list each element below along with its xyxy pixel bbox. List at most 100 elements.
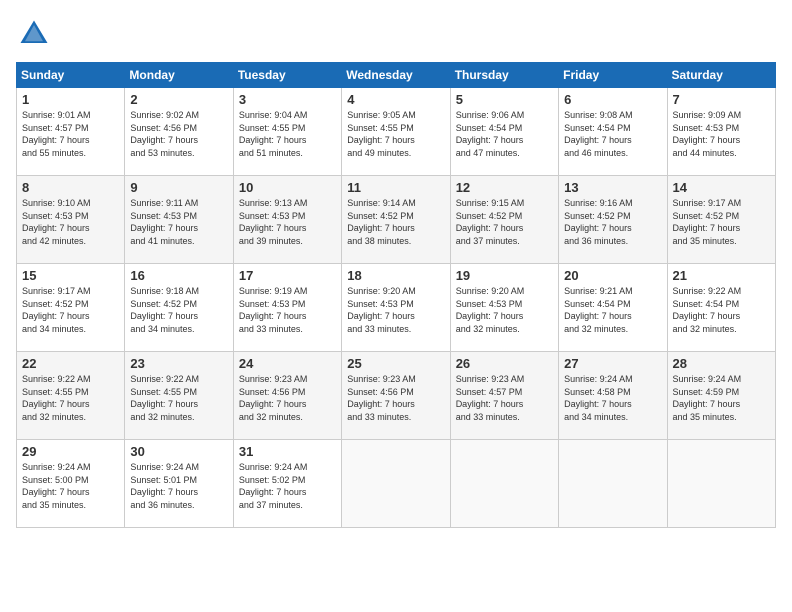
day-info: Sunrise: 9:16 AM Sunset: 4:52 PM Dayligh… (564, 197, 661, 247)
day-info: Sunrise: 9:18 AM Sunset: 4:52 PM Dayligh… (130, 285, 227, 335)
day-number: 26 (456, 356, 553, 371)
day-info: Sunrise: 9:21 AM Sunset: 4:54 PM Dayligh… (564, 285, 661, 335)
day-info: Sunrise: 9:23 AM Sunset: 4:56 PM Dayligh… (347, 373, 444, 423)
day-info: Sunrise: 9:24 AM Sunset: 5:00 PM Dayligh… (22, 461, 119, 511)
day-number: 6 (564, 92, 661, 107)
day-info: Sunrise: 9:01 AM Sunset: 4:57 PM Dayligh… (22, 109, 119, 159)
calendar-cell: 14 Sunrise: 9:17 AM Sunset: 4:52 PM Dayli… (667, 176, 775, 264)
day-number: 23 (130, 356, 227, 371)
day-number: 24 (239, 356, 336, 371)
calendar-cell: 5Sunrise: 9:06 AM Sunset: 4:54 PM Daylig… (450, 88, 558, 176)
calendar-cell: 12Sunrise: 9:15 AM Sunset: 4:52 PM Dayli… (450, 176, 558, 264)
day-info: Sunrise: 9:17 AM Sunset: 4:52 PM Dayligh… (673, 197, 770, 247)
day-header-sunday: Sunday (17, 63, 125, 88)
day-info: Sunrise: 9:08 AM Sunset: 4:54 PM Dayligh… (564, 109, 661, 159)
day-number: 3 (239, 92, 336, 107)
day-info: Sunrise: 9:05 AM Sunset: 4:55 PM Dayligh… (347, 109, 444, 159)
day-number: 17 (239, 268, 336, 283)
calendar-cell: 1 Sunrise: 9:01 AM Sunset: 4:57 PM Daylig… (17, 88, 125, 176)
day-number: 20 (564, 268, 661, 283)
day-info: Sunrise: 9:17 AM Sunset: 4:52 PM Dayligh… (22, 285, 119, 335)
day-number: 11 (347, 180, 444, 195)
calendar-cell: 16 Sunrise: 9:18 AM Sunset: 4:52 PM Dayli… (125, 264, 233, 352)
day-number: 19 (456, 268, 553, 283)
day-number: 27 (564, 356, 661, 371)
calendar-week-3: 15 Sunrise: 9:17 AM Sunset: 4:52 PM Dayli… (17, 264, 776, 352)
calendar-week-4: 22 Sunrise: 9:22 AM Sunset: 4:55 PM Dayli… (17, 352, 776, 440)
calendar-cell: 26 Sunrise: 9:23 AM Sunset: 4:57 PM Dayli… (450, 352, 558, 440)
day-number: 9 (130, 180, 227, 195)
day-info: Sunrise: 9:23 AM Sunset: 4:56 PM Dayligh… (239, 373, 336, 423)
calendar-cell: 10Sunrise: 9:13 AM Sunset: 4:53 PM Dayli… (233, 176, 341, 264)
calendar-cell: 2 Sunrise: 9:02 AM Sunset: 4:56 PM Daylig… (125, 88, 233, 176)
day-number: 28 (673, 356, 770, 371)
calendar-cell: 13 Sunrise: 9:16 AM Sunset: 4:52 PM Dayli… (559, 176, 667, 264)
day-info: Sunrise: 9:24 AM Sunset: 5:02 PM Dayligh… (239, 461, 336, 511)
calendar-cell (450, 440, 558, 528)
day-number: 21 (673, 268, 770, 283)
day-number: 13 (564, 180, 661, 195)
calendar-cell (342, 440, 450, 528)
day-number: 16 (130, 268, 227, 283)
day-number: 2 (130, 92, 227, 107)
calendar-cell: 28 Sunrise: 9:24 AM Sunset: 4:59 PM Dayli… (667, 352, 775, 440)
calendar-cell: 20 Sunrise: 9:21 AM Sunset: 4:54 PM Dayli… (559, 264, 667, 352)
day-info: Sunrise: 9:06 AM Sunset: 4:54 PM Dayligh… (456, 109, 553, 159)
calendar-week-1: 1 Sunrise: 9:01 AM Sunset: 4:57 PM Daylig… (17, 88, 776, 176)
day-number: 25 (347, 356, 444, 371)
day-number: 14 (673, 180, 770, 195)
day-header-thursday: Thursday (450, 63, 558, 88)
day-number: 8 (22, 180, 119, 195)
day-number: 15 (22, 268, 119, 283)
calendar-cell: 8 Sunrise: 9:10 AM Sunset: 4:53 PM Daylig… (17, 176, 125, 264)
calendar-cell: 30 Sunrise: 9:24 AM Sunset: 5:01 PM Dayli… (125, 440, 233, 528)
calendar-cell: 25 Sunrise: 9:23 AM Sunset: 4:56 PM Dayli… (342, 352, 450, 440)
day-header-wednesday: Wednesday (342, 63, 450, 88)
day-number: 31 (239, 444, 336, 459)
day-info: Sunrise: 9:24 AM Sunset: 5:01 PM Dayligh… (130, 461, 227, 511)
day-header-saturday: Saturday (667, 63, 775, 88)
day-info: Sunrise: 9:24 AM Sunset: 4:59 PM Dayligh… (673, 373, 770, 423)
day-info: Sunrise: 9:02 AM Sunset: 4:56 PM Dayligh… (130, 109, 227, 159)
calendar-cell (667, 440, 775, 528)
day-header-tuesday: Tuesday (233, 63, 341, 88)
day-number: 10 (239, 180, 336, 195)
day-number: 22 (22, 356, 119, 371)
calendar-week-5: 29 Sunrise: 9:24 AM Sunset: 5:00 PM Dayli… (17, 440, 776, 528)
day-info: Sunrise: 9:04 AM Sunset: 4:55 PM Dayligh… (239, 109, 336, 159)
day-info: Sunrise: 9:11 AM Sunset: 4:53 PM Dayligh… (130, 197, 227, 247)
day-number: 12 (456, 180, 553, 195)
page-header (16, 16, 776, 52)
calendar-cell: 3 Sunrise: 9:04 AM Sunset: 4:55 PM Daylig… (233, 88, 341, 176)
calendar-week-2: 8 Sunrise: 9:10 AM Sunset: 4:53 PM Daylig… (17, 176, 776, 264)
calendar-header-row: SundayMondayTuesdayWednesdayThursdayFrid… (17, 63, 776, 88)
calendar-cell: 17 Sunrise: 9:19 AM Sunset: 4:53 PM Dayli… (233, 264, 341, 352)
day-info: Sunrise: 9:10 AM Sunset: 4:53 PM Dayligh… (22, 197, 119, 247)
day-info: Sunrise: 9:20 AM Sunset: 4:53 PM Dayligh… (456, 285, 553, 335)
day-header-friday: Friday (559, 63, 667, 88)
calendar-cell: 4Sunrise: 9:05 AM Sunset: 4:55 PM Daylig… (342, 88, 450, 176)
calendar-cell: 22Sunrise: 9:22 AM Sunset: 4:55 PM Dayli… (17, 352, 125, 440)
calendar-cell: 9 Sunrise: 9:11 AM Sunset: 4:53 PM Daylig… (125, 176, 233, 264)
calendar-table: SundayMondayTuesdayWednesdayThursdayFrid… (16, 62, 776, 528)
calendar-cell: 23 Sunrise: 9:22 AM Sunset: 4:55 PM Dayli… (125, 352, 233, 440)
calendar-cell: 27Sunrise: 9:24 AM Sunset: 4:58 PM Dayli… (559, 352, 667, 440)
day-number: 1 (22, 92, 119, 107)
calendar-cell: 7Sunrise: 9:09 AM Sunset: 4:53 PM Daylig… (667, 88, 775, 176)
calendar-cell: 19 Sunrise: 9:20 AM Sunset: 4:53 PM Dayli… (450, 264, 558, 352)
day-info: Sunrise: 9:19 AM Sunset: 4:53 PM Dayligh… (239, 285, 336, 335)
calendar-cell: 24 Sunrise: 9:23 AM Sunset: 4:56 PM Dayli… (233, 352, 341, 440)
day-number: 7 (673, 92, 770, 107)
day-header-monday: Monday (125, 63, 233, 88)
calendar-cell: 11Sunrise: 9:14 AM Sunset: 4:52 PM Dayli… (342, 176, 450, 264)
calendar-cell: 29 Sunrise: 9:24 AM Sunset: 5:00 PM Dayli… (17, 440, 125, 528)
day-number: 30 (130, 444, 227, 459)
logo (16, 16, 58, 52)
day-number: 18 (347, 268, 444, 283)
day-info: Sunrise: 9:22 AM Sunset: 4:54 PM Dayligh… (673, 285, 770, 335)
calendar-cell (559, 440, 667, 528)
calendar-cell: 6 Sunrise: 9:08 AM Sunset: 4:54 PM Daylig… (559, 88, 667, 176)
day-info: Sunrise: 9:22 AM Sunset: 4:55 PM Dayligh… (130, 373, 227, 423)
day-number: 29 (22, 444, 119, 459)
day-info: Sunrise: 9:23 AM Sunset: 4:57 PM Dayligh… (456, 373, 553, 423)
